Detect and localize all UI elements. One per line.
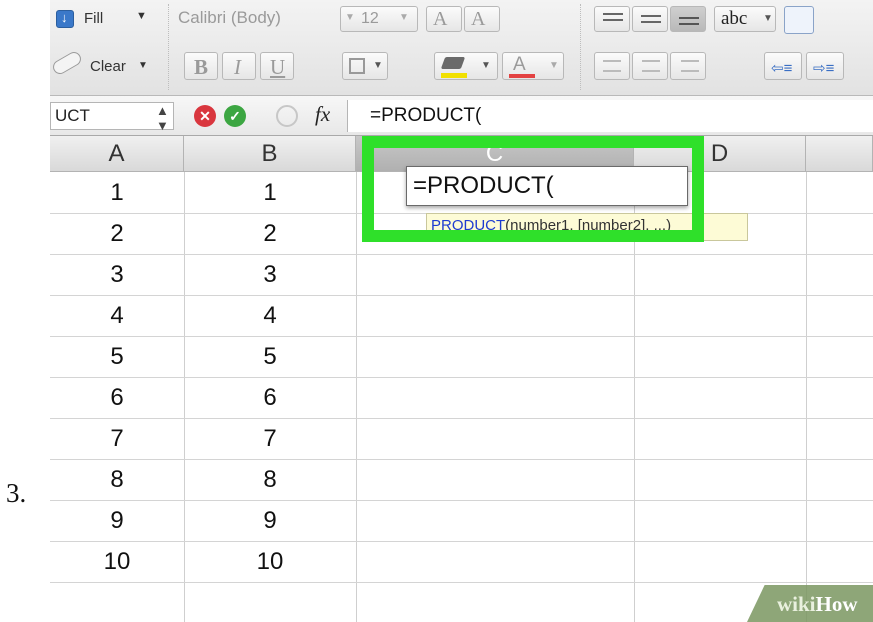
align-center-icon bbox=[642, 60, 660, 72]
column-header-b[interactable]: B bbox=[184, 136, 356, 172]
cell-a[interactable]: 2 bbox=[50, 220, 184, 248]
cell-a[interactable]: 10 bbox=[50, 548, 184, 576]
fill-dropdown-icon[interactable]: ▼ bbox=[136, 10, 147, 22]
borders-button[interactable]: ▼ bbox=[342, 52, 388, 80]
fill-button[interactable]: Fill bbox=[84, 10, 103, 27]
row-divider bbox=[50, 295, 873, 296]
column-header-e[interactable] bbox=[806, 136, 873, 172]
cell-a[interactable]: 5 bbox=[50, 343, 184, 371]
borders-icon bbox=[349, 58, 365, 74]
font-size-value: 12 bbox=[361, 10, 379, 27]
row-divider bbox=[50, 500, 873, 501]
cell-b[interactable]: 5 bbox=[184, 343, 356, 371]
cell-a[interactable]: 4 bbox=[50, 302, 184, 330]
row-divider bbox=[50, 377, 873, 378]
excel-screenshot: ↓ Fill ▼ Clear ▼ Calibri (Body) ▼ 12 ▼ A… bbox=[50, 0, 873, 622]
cell-b[interactable]: 1 bbox=[184, 179, 356, 207]
increase-indent-icon: ⇨≡ bbox=[813, 60, 835, 77]
align-right-icon bbox=[681, 60, 699, 72]
enter-checkmark-icon[interactable]: ✓ bbox=[224, 105, 246, 127]
increase-font-button[interactable]: A bbox=[426, 6, 462, 32]
cell-a[interactable]: 1 bbox=[50, 179, 184, 207]
fill-color-button[interactable]: ▼ bbox=[434, 52, 498, 80]
cell-b[interactable]: 7 bbox=[184, 425, 356, 453]
ribbon: ↓ Fill ▼ Clear ▼ Calibri (Body) ▼ 12 ▼ A… bbox=[50, 0, 873, 96]
font-name-select[interactable]: Calibri (Body) bbox=[178, 8, 281, 28]
column-header-a[interactable]: A bbox=[50, 136, 184, 172]
cell-a[interactable]: 3 bbox=[50, 261, 184, 289]
fill-icon[interactable]: ↓ bbox=[56, 10, 74, 28]
cell-b[interactable]: 4 bbox=[184, 302, 356, 330]
align-middle-button[interactable] bbox=[632, 6, 668, 32]
wikihow-watermark: wikiHow bbox=[747, 585, 873, 622]
merge-icon[interactable] bbox=[784, 6, 814, 34]
cell-b[interactable]: 8 bbox=[184, 466, 356, 494]
clear-button[interactable]: Clear bbox=[90, 58, 126, 75]
cell-a[interactable]: 7 bbox=[50, 425, 184, 453]
row-divider bbox=[50, 459, 873, 460]
align-bottom-button[interactable] bbox=[670, 6, 706, 32]
underline-button[interactable]: U bbox=[260, 52, 294, 80]
font-color-button[interactable]: A ▼ bbox=[502, 52, 564, 80]
italic-button[interactable]: I bbox=[222, 52, 256, 80]
row-divider bbox=[50, 254, 873, 255]
wrap-text-button[interactable]: abc ▼ bbox=[714, 6, 776, 32]
eraser-icon[interactable] bbox=[50, 49, 84, 77]
cancel-icon[interactable]: ✕ bbox=[194, 105, 216, 127]
cell-b[interactable]: 9 bbox=[184, 507, 356, 535]
align-center-button[interactable] bbox=[632, 52, 668, 80]
clear-dropdown-icon[interactable]: ▼ bbox=[138, 60, 148, 71]
fx-label[interactable]: fx bbox=[315, 102, 330, 127]
align-top-icon bbox=[603, 13, 623, 21]
align-right-button[interactable] bbox=[670, 52, 706, 80]
font-size-select[interactable]: ▼ 12 ▼ bbox=[340, 6, 418, 32]
row-divider bbox=[50, 418, 873, 419]
bold-button[interactable]: B bbox=[184, 52, 218, 80]
row-divider bbox=[50, 541, 873, 542]
cell-b[interactable]: 10 bbox=[184, 548, 356, 576]
align-left-icon bbox=[603, 60, 621, 72]
row-divider bbox=[50, 336, 873, 337]
cell-a[interactable]: 9 bbox=[50, 507, 184, 535]
cell-b[interactable]: 6 bbox=[184, 384, 356, 412]
increase-indent-button[interactable]: ⇨≡ bbox=[806, 52, 844, 80]
decrease-indent-button[interactable]: ⇦≡ bbox=[764, 52, 802, 80]
align-top-button[interactable] bbox=[594, 6, 630, 32]
paint-bucket-icon bbox=[440, 57, 466, 69]
formula-input[interactable]: =PRODUCT( bbox=[347, 100, 873, 132]
row-divider bbox=[50, 582, 873, 583]
highlight-box bbox=[362, 136, 704, 242]
cell-a[interactable]: 8 bbox=[50, 466, 184, 494]
name-box-stepper-icon[interactable]: ▲ ▼ bbox=[156, 103, 169, 133]
formula-bar: UCT ▲ ▼ ✕ ✓ fx =PRODUCT( bbox=[50, 96, 873, 136]
step-number: 3. bbox=[6, 478, 27, 508]
cell-b[interactable]: 2 bbox=[184, 220, 356, 248]
cell-a[interactable]: 6 bbox=[50, 384, 184, 412]
cell-b[interactable]: 3 bbox=[184, 261, 356, 289]
decrease-font-button[interactable]: A bbox=[464, 6, 500, 32]
align-middle-icon bbox=[641, 15, 661, 23]
align-left-button[interactable] bbox=[594, 52, 630, 80]
align-bottom-icon bbox=[679, 17, 699, 25]
decrease-indent-icon: ⇦≡ bbox=[771, 60, 793, 77]
insert-function-icon[interactable] bbox=[276, 105, 298, 127]
